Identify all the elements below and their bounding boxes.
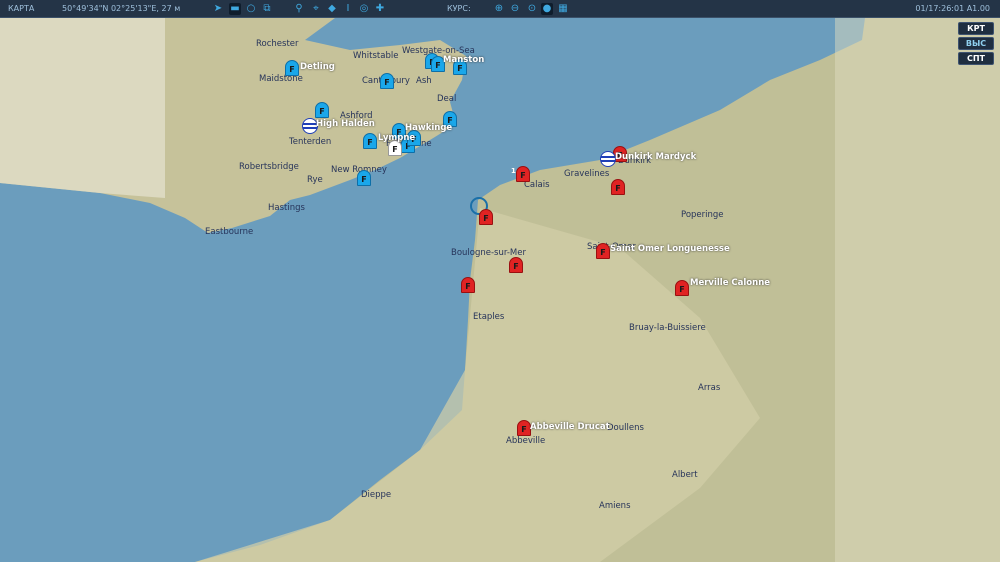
zoom-out-icon[interactable]: ⊖ — [509, 3, 521, 15]
city-label: Rochester — [256, 39, 299, 49]
city-label: Ash — [416, 76, 432, 86]
city-label: Bruay-la-Buissiere — [629, 323, 706, 333]
airbase-marker-red[interactable]: F — [611, 179, 625, 195]
pale-strip — [835, 18, 1000, 562]
city-label: Whitstable — [353, 51, 399, 61]
map-mode-label[interactable]: КАРТА — [8, 4, 34, 13]
airbase-label: Lympne — [378, 133, 416, 143]
airbase-marker-red[interactable]: F — [461, 277, 475, 293]
zoom-in-icon[interactable]: ⊕ — [493, 3, 505, 15]
airbase-marker-red[interactable]: F — [517, 420, 531, 436]
top-bar: КАРТА 50°49'34"N 02°25'13"E, 27 м ➤ ▬ ○ … — [0, 0, 1000, 18]
cursor-coordinates: 50°49'34"N 02°25'13"E, 27 м — [62, 4, 181, 13]
city-label: Albert — [672, 470, 698, 480]
city-label: Hastings — [268, 203, 305, 213]
map-button-krt[interactable]: КРТ — [958, 22, 994, 35]
airbase-marker-red[interactable]: F — [516, 166, 530, 182]
circle-icon[interactable]: ○ — [245, 3, 257, 15]
map-button-vys[interactable]: ВЫС — [958, 37, 994, 50]
city-label: Etaples — [473, 312, 505, 322]
city-label: Eastbourne — [205, 227, 254, 237]
city-label: Gravelines — [564, 169, 610, 179]
city-label: Dieppe — [361, 490, 392, 500]
grid-icon[interactable]: ▦ — [557, 3, 569, 15]
airbase-label: High Halden — [316, 119, 375, 129]
city-label: Arras — [698, 383, 721, 393]
city-label: Deal — [437, 94, 457, 104]
airbase-label: Hawkinge — [405, 123, 453, 133]
globe-icon[interactable]: ● — [541, 3, 553, 15]
city-label: Rye — [307, 175, 323, 185]
airbase-marker-blue[interactable]: F — [285, 60, 299, 76]
airbase-label: Manston — [443, 55, 485, 65]
england-pale-area — [0, 18, 165, 198]
map-button-spt[interactable]: СПТ — [958, 52, 994, 65]
label-toggle-icon[interactable]: ▬ — [229, 3, 241, 15]
map-canvas[interactable]: КРТ ВЫС СПТ Rochester Maidstone Whitstab… — [0, 18, 1000, 562]
wifi-icon[interactable]: ◆ — [326, 3, 338, 15]
chat-icon[interactable]: ◎ — [358, 3, 370, 15]
city-label: Robertsbridge — [239, 162, 299, 172]
target-icon[interactable]: ⌖ — [310, 3, 322, 15]
route-icon[interactable]: ⚲ — [293, 3, 305, 15]
unit-count: 1 — [511, 167, 516, 175]
airbase-marker-red[interactable]: F — [675, 280, 689, 296]
airbase-label: Abbeville Drucat — [530, 422, 610, 432]
terrain — [0, 18, 1000, 562]
city-label: Amiens — [599, 501, 631, 511]
airbase-marker-blue[interactable]: F — [357, 170, 371, 186]
city-label: Abbeville — [506, 436, 546, 446]
layers-icon[interactable]: ⧉ — [261, 3, 273, 15]
city-label: Tenterden — [289, 137, 332, 147]
course-label: КУРС: — [447, 4, 471, 13]
airbase-marker-blue[interactable]: F — [363, 133, 377, 149]
airbase-marker-blue[interactable]: F — [380, 73, 394, 89]
airbase-marker-red[interactable]: F — [596, 243, 610, 259]
airbase-label: Saint Omer Longuenesse — [610, 244, 730, 254]
airbase-marker-red[interactable]: F — [509, 257, 523, 273]
beacon-icon[interactable]: Ⅰ — [342, 3, 354, 15]
zoom-fit-icon[interactable]: ⊙ — [526, 3, 538, 15]
airbase-marker-red[interactable]: F — [479, 209, 493, 225]
navigate-icon[interactable]: ➤ — [212, 3, 224, 15]
mission-time: 01/17:26:01 A1.00 — [915, 4, 990, 13]
airbase-label: Dunkirk Mardyck — [615, 152, 697, 162]
airbase-marker-blue[interactable]: F — [315, 102, 329, 118]
city-label: Poperinge — [681, 210, 724, 220]
cross-icon[interactable]: ✚ — [374, 3, 386, 15]
airbase-label: Merville Calonne — [690, 278, 771, 288]
city-label: Doullens — [607, 423, 644, 433]
farp-icon[interactable] — [600, 151, 616, 167]
airbase-label: Detling — [300, 62, 335, 72]
